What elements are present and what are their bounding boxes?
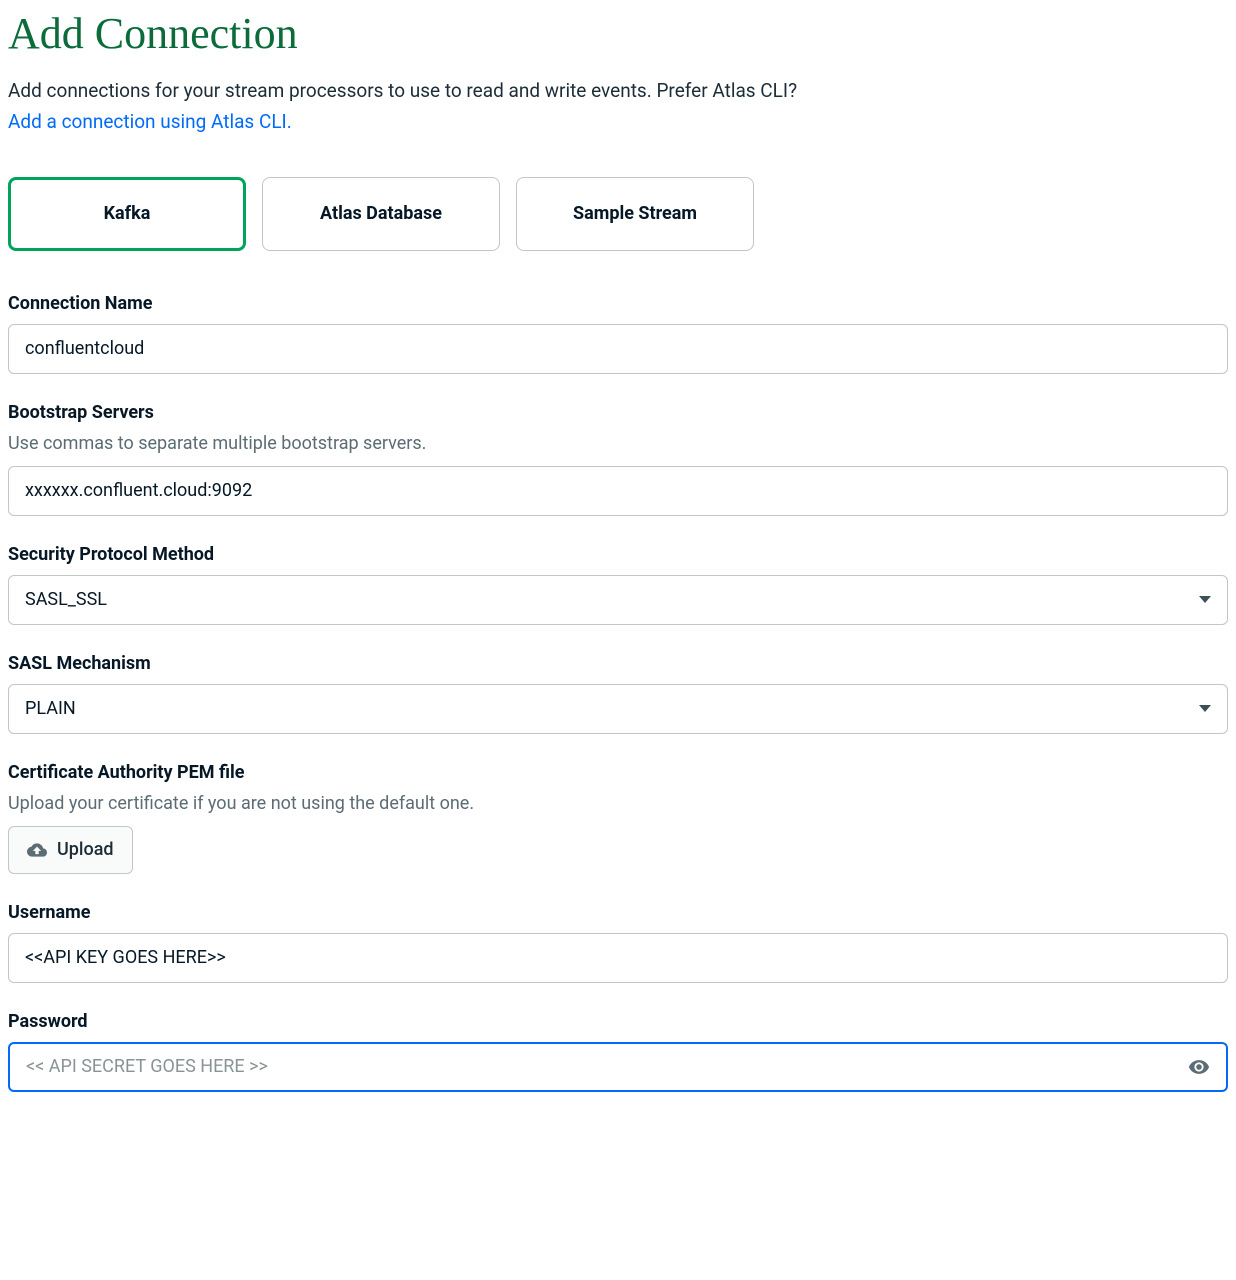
input-bootstrap-servers[interactable] bbox=[8, 466, 1228, 516]
connection-type-tabs: Kafka Atlas Database Sample Stream bbox=[8, 177, 1228, 251]
select-security-protocol[interactable]: SASL_SSL bbox=[8, 575, 1228, 625]
cloud-upload-icon bbox=[27, 841, 47, 859]
label-username: Username bbox=[8, 902, 1228, 923]
hint-ca-pem: Upload your certificate if you are not u… bbox=[8, 793, 1228, 814]
field-password: Password bbox=[8, 1011, 1228, 1092]
field-username: Username bbox=[8, 902, 1228, 983]
caret-down-icon bbox=[1199, 596, 1211, 603]
label-connection-name: Connection Name bbox=[8, 293, 1228, 314]
label-security-protocol: Security Protocol Method bbox=[8, 544, 1228, 565]
caret-down-icon bbox=[1199, 705, 1211, 712]
toggle-password-visibility[interactable] bbox=[1184, 1052, 1214, 1082]
field-connection-name: Connection Name bbox=[8, 293, 1228, 374]
input-username[interactable] bbox=[8, 933, 1228, 983]
input-password[interactable] bbox=[8, 1042, 1228, 1092]
tab-atlas-database[interactable]: Atlas Database bbox=[262, 177, 500, 251]
hint-bootstrap-servers: Use commas to separate multiple bootstra… bbox=[8, 433, 1228, 454]
select-security-protocol-value: SASL_SSL bbox=[25, 589, 107, 610]
field-bootstrap-servers: Bootstrap Servers Use commas to separate… bbox=[8, 402, 1228, 516]
page-description: Add connections for your stream processo… bbox=[8, 77, 1228, 106]
upload-button-label: Upload bbox=[57, 839, 114, 860]
tab-kafka[interactable]: Kafka bbox=[8, 177, 246, 251]
label-password: Password bbox=[8, 1011, 1228, 1032]
field-sasl-mechanism: SASL Mechanism PLAIN bbox=[8, 653, 1228, 734]
select-sasl-mechanism[interactable]: PLAIN bbox=[8, 684, 1228, 734]
eye-icon bbox=[1188, 1056, 1210, 1078]
label-sasl-mechanism: SASL Mechanism bbox=[8, 653, 1228, 674]
input-connection-name[interactable] bbox=[8, 324, 1228, 374]
field-ca-pem: Certificate Authority PEM file Upload yo… bbox=[8, 762, 1228, 874]
cli-link[interactable]: Add a connection using Atlas CLI. bbox=[8, 110, 292, 133]
select-sasl-mechanism-value: PLAIN bbox=[25, 698, 76, 719]
field-security-protocol: Security Protocol Method SASL_SSL bbox=[8, 544, 1228, 625]
page-title: Add Connection bbox=[8, 8, 1228, 59]
label-bootstrap-servers: Bootstrap Servers bbox=[8, 402, 1228, 423]
tab-sample-stream[interactable]: Sample Stream bbox=[516, 177, 754, 251]
upload-button[interactable]: Upload bbox=[8, 826, 133, 874]
label-ca-pem: Certificate Authority PEM file bbox=[8, 762, 1228, 783]
